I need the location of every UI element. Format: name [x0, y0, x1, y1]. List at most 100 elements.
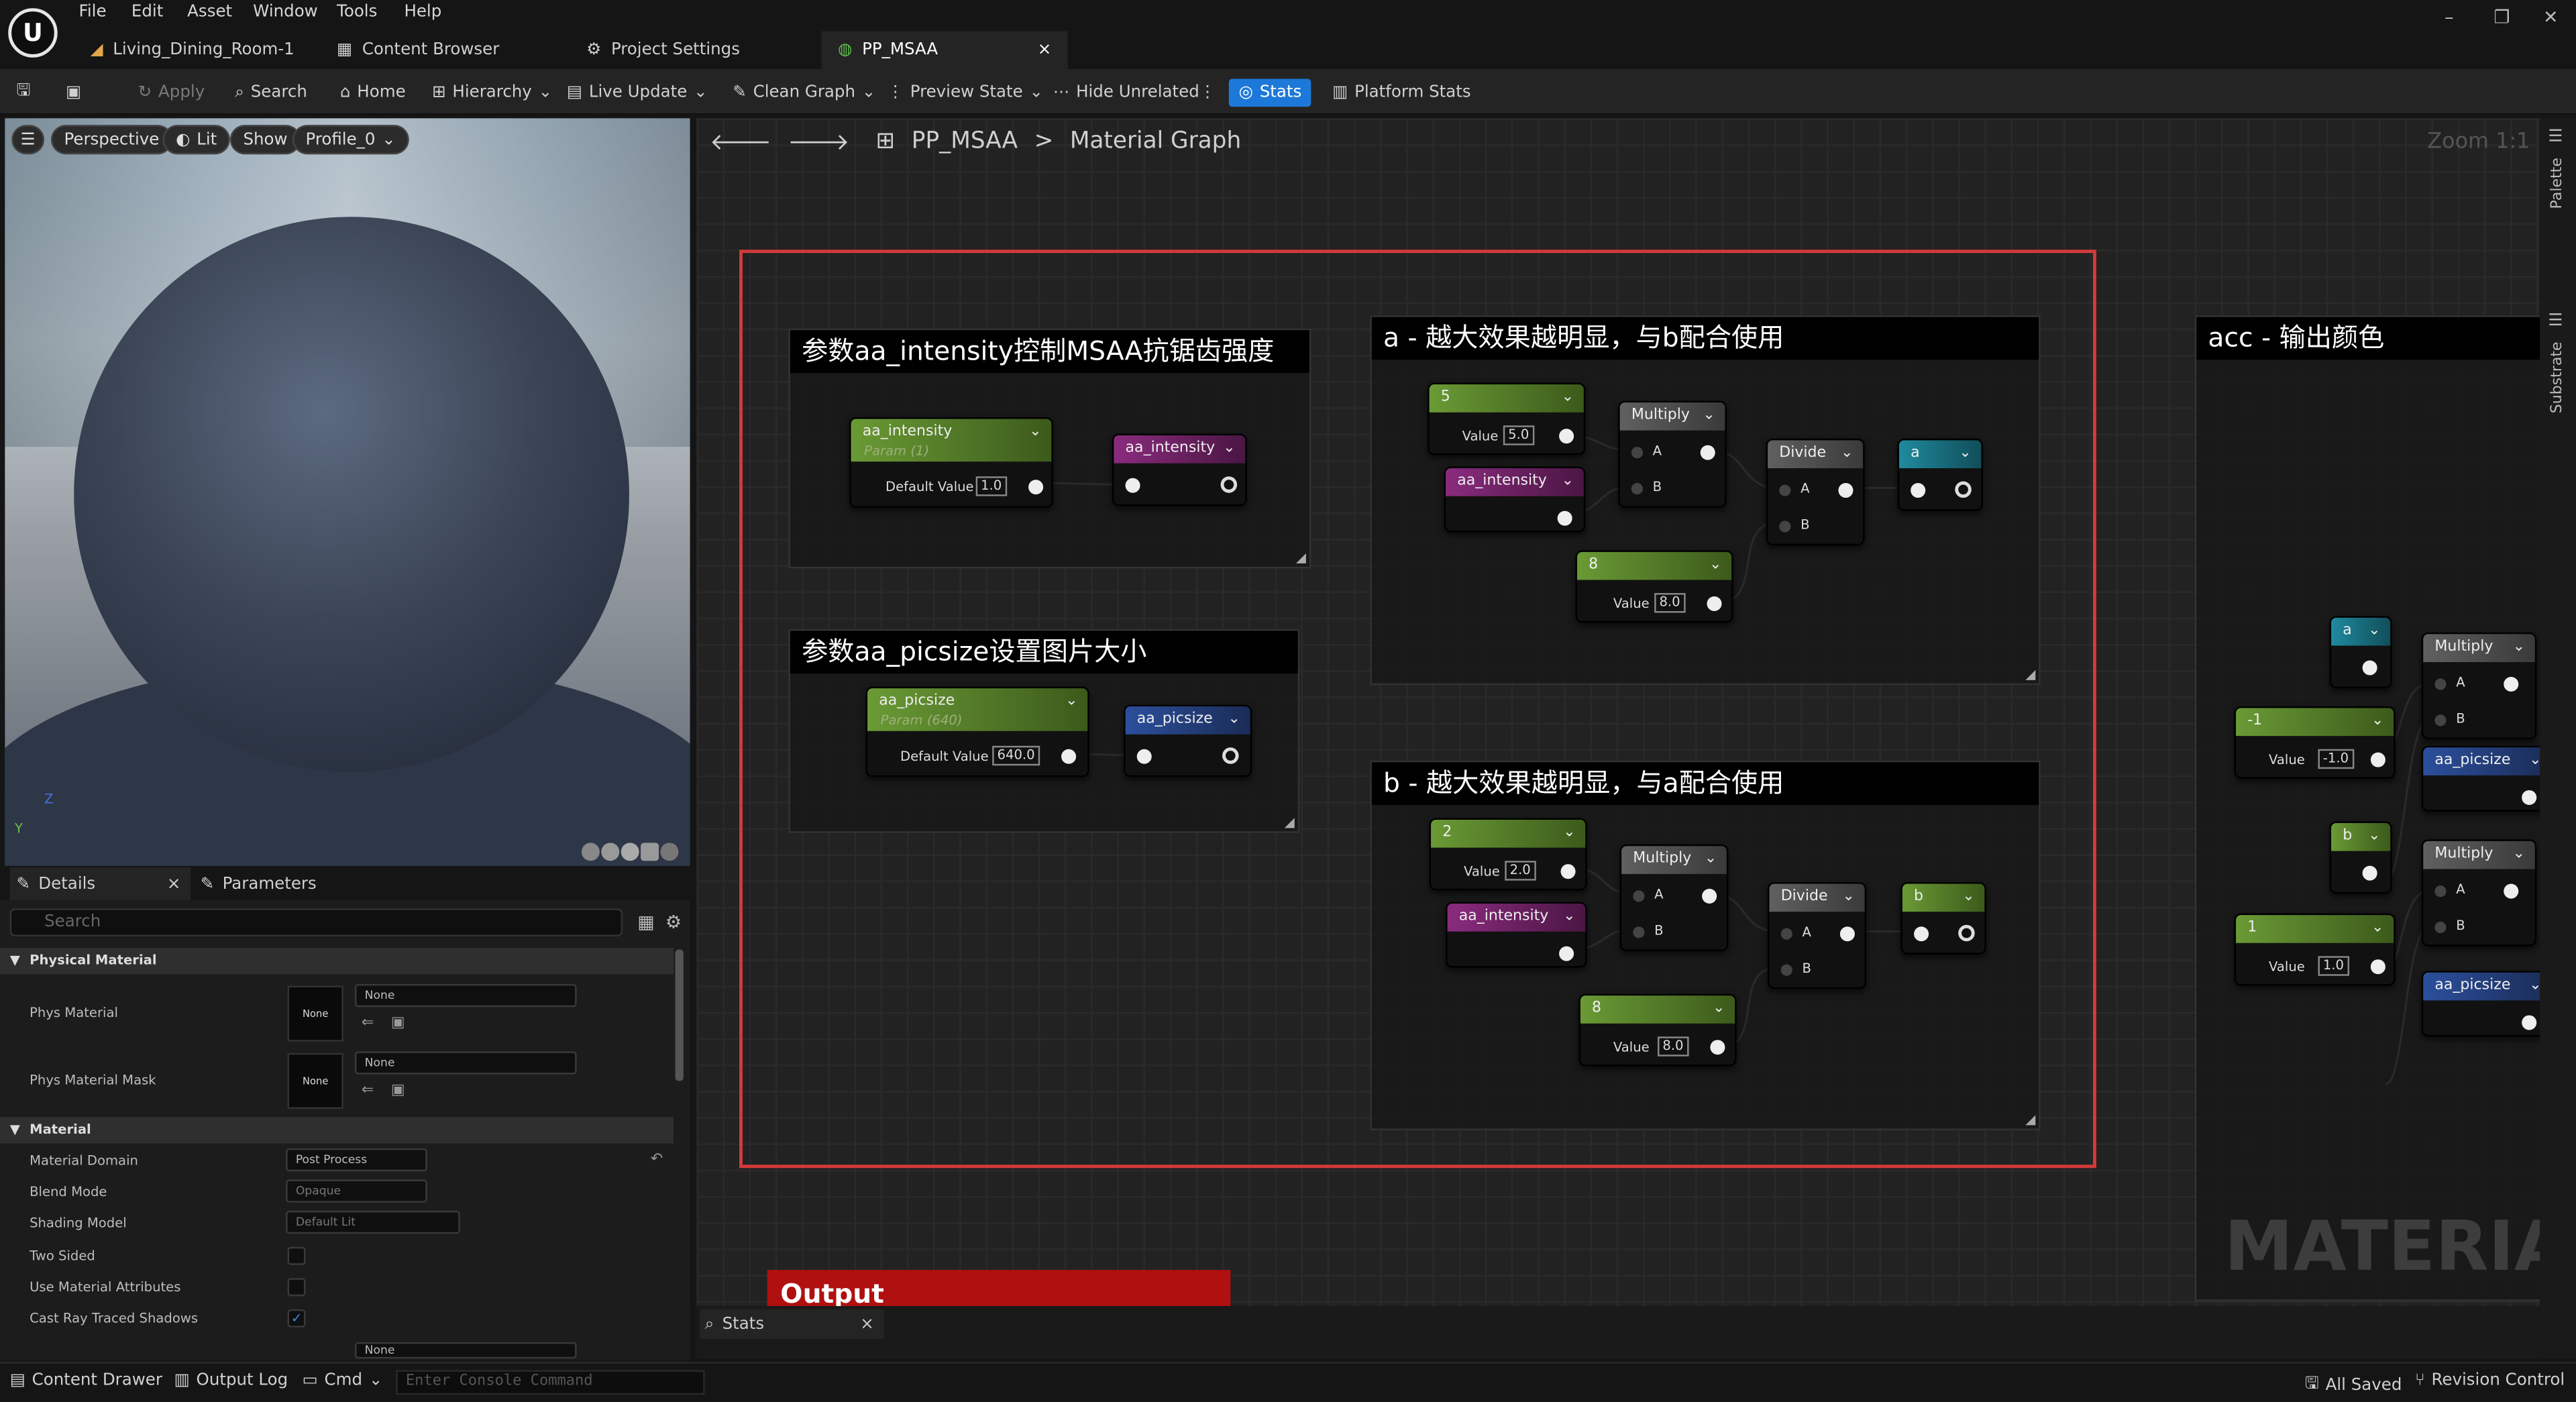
use-selected-icon[interactable]: ⇐: [362, 1083, 374, 1099]
chevron-down-icon[interactable]: ⌄: [1841, 440, 1853, 468]
output-pin[interactable]: [1838, 483, 1854, 498]
phys-material-mask-dropdown[interactable]: None: [354, 1051, 577, 1075]
tab-content-browser[interactable]: ▦ Content Browser: [321, 32, 516, 69]
param-aa-picsize-node[interactable]: aa_picsize ⌄ Param (640) Default Value 64…: [865, 686, 1089, 777]
multiply-node[interactable]: Multiply ⌄ A B: [1619, 844, 1729, 951]
reset-icon[interactable]: ↶: [651, 1152, 663, 1168]
save-icon[interactable]: 🖫: [16, 79, 30, 107]
input-pin[interactable]: [1911, 483, 1926, 498]
minimize-button[interactable]: –: [2445, 7, 2453, 28]
category-physical-material[interactable]: ▼ Physical Material: [0, 948, 674, 975]
input-pin-b[interactable]: [1631, 483, 1643, 495]
revision-control-button[interactable]: ⑂ Revision Control: [2415, 1372, 2565, 1390]
output-pin[interactable]: [1028, 480, 1044, 495]
output-pin[interactable]: [1559, 429, 1574, 444]
named-reroute-aa-intensity-node[interactable]: aa_intensity ⌄: [1112, 433, 1247, 506]
home-button[interactable]: ⌂ Home: [340, 79, 406, 107]
named-reroute-aa-intensity-node[interactable]: aa_intensity ⌄: [1444, 466, 1586, 533]
default-value-field[interactable]: 640.0: [992, 745, 1040, 766]
use-material-attributes-checkbox[interactable]: [287, 1278, 306, 1297]
constant-1-node[interactable]: 1 ⌄ Value 1.0: [2234, 913, 2396, 986]
chevron-down-icon[interactable]: ⌄: [1562, 384, 1574, 413]
palette-tab[interactable]: Palette: [2550, 158, 2566, 209]
constant-minus1-node[interactable]: -1 ⌄ Value -1.0: [2234, 706, 2396, 779]
output-pin[interactable]: [1222, 747, 1239, 764]
chevron-down-icon[interactable]: ⌄: [2371, 708, 2383, 737]
input-pin-a[interactable]: [1780, 928, 1792, 940]
chevron-down-icon[interactable]: ⌄: [1842, 884, 1854, 912]
output-pin[interactable]: [1958, 924, 1975, 942]
chevron-down-icon[interactable]: ⌄: [1223, 435, 1235, 464]
output-pin[interactable]: [2362, 660, 2377, 676]
unreal-logo-icon[interactable]: U: [8, 8, 58, 58]
menu-tools[interactable]: Tools: [337, 3, 377, 21]
chevron-down-icon[interactable]: ⌄: [1705, 846, 1717, 874]
grid-view-icon[interactable]: ▦: [637, 912, 654, 933]
output-pin[interactable]: [2522, 790, 2537, 806]
menu-file[interactable]: File: [79, 3, 107, 21]
menu-edit[interactable]: Edit: [131, 3, 163, 21]
output-pin[interactable]: [2504, 676, 2519, 692]
plane-shape-icon[interactable]: [621, 843, 639, 861]
resize-handle-icon[interactable]: ◢: [1285, 815, 1295, 830]
chevron-down-icon[interactable]: ⌄: [2368, 823, 2380, 851]
hide-unrelated-button[interactable]: ⋯ Hide Unrelated: [1053, 79, 1199, 107]
perspective-button[interactable]: Perspective: [50, 125, 172, 155]
input-pin-a[interactable]: [1633, 890, 1645, 902]
chevron-down-icon[interactable]: ⌄: [1962, 884, 1974, 912]
menu-window[interactable]: Window: [253, 3, 318, 21]
resize-handle-icon[interactable]: ◢: [1296, 550, 1306, 565]
substrate-menu-icon[interactable]: ☰: [2548, 312, 2563, 330]
tab-project-settings[interactable]: ⚙ Project Settings: [570, 32, 757, 69]
chevron-down-icon[interactable]: ⌄: [2513, 634, 2525, 662]
material-graph[interactable]: 🡐 🡒 ⊞ PP_MSAA > Material Graph Zoom 1:1: [696, 118, 2540, 1359]
constant-8-node[interactable]: 8 ⌄ Value 8.0: [1575, 550, 1733, 623]
close-window-button[interactable]: ✕: [2543, 7, 2559, 28]
tab-stats[interactable]: ⌕ Stats ×: [700, 1309, 884, 1339]
output-pin[interactable]: [2362, 865, 2377, 881]
constant-5-node[interactable]: 5 ⌄ Value 5.0: [1428, 382, 1586, 455]
chevron-down-icon[interactable]: ⌄: [1029, 419, 1041, 447]
details-scrollbar[interactable]: [675, 949, 684, 1081]
chevron-down-icon[interactable]: ⌄: [2368, 618, 2380, 646]
divide-node[interactable]: Divide ⌄ A B: [1766, 438, 1865, 546]
chevron-down-icon[interactable]: ⌄: [1065, 688, 1077, 716]
use-selected-icon[interactable]: ⇐: [362, 1015, 374, 1031]
chevron-down-icon[interactable]: ⌄: [2529, 973, 2540, 1001]
chevron-down-icon[interactable]: ⌄: [2529, 747, 2540, 775]
phys-material-thumbnail[interactable]: None: [287, 985, 343, 1042]
named-reroute-a-node[interactable]: a ⌄: [2329, 616, 2392, 689]
output-pin[interactable]: [2504, 883, 2519, 899]
input-pin[interactable]: [1125, 478, 1140, 493]
input-pin-a[interactable]: [1779, 484, 1791, 496]
more-options-icon[interactable]: ⋮: [1199, 79, 1216, 107]
tab-parameters[interactable]: ✎ Parameters: [201, 867, 317, 900]
clean-graph-button[interactable]: ✎ Clean Graph ⌄: [733, 79, 875, 107]
constant-8-node[interactable]: 8 ⌄ Value 8.0: [1578, 993, 1737, 1067]
hierarchy-button[interactable]: ⊞ Hierarchy ⌄: [432, 79, 552, 107]
multiply-node[interactable]: Multiply ⌄ A B: [2421, 632, 2537, 740]
preview-viewport[interactable]: ☰ Perspective ◐ Lit Show Profile_0 ⌄ Z Y: [5, 118, 690, 866]
substrate-tab[interactable]: Substrate: [2550, 341, 2566, 413]
resize-handle-icon[interactable]: ◢: [2025, 667, 2035, 682]
output-pin[interactable]: [1560, 864, 1576, 879]
named-reroute-a-node[interactable]: a ⌄: [1897, 438, 1983, 511]
preview-state-button[interactable]: ⋮ Preview State ⌄: [887, 79, 1043, 107]
input-pin-b[interactable]: [1780, 964, 1792, 976]
param-aa-intensity-node[interactable]: aa_intensity ⌄ Param (1) Default Value 1.…: [849, 417, 1053, 508]
category-material[interactable]: ▼ Material: [0, 1117, 674, 1144]
two-sided-checkbox[interactable]: [287, 1246, 306, 1265]
cylinder-shape-icon[interactable]: [601, 843, 620, 861]
platform-stats-button[interactable]: ▥ Platform Stats: [1332, 79, 1471, 107]
named-reroute-aa-picsize-node[interactable]: aa_picsize⌄: [2421, 745, 2540, 812]
output-pin[interactable]: [1702, 888, 1717, 904]
output-pin[interactable]: [1710, 1040, 1725, 1055]
maximize-button[interactable]: ❐: [2494, 7, 2510, 28]
named-reroute-b-node[interactable]: b ⌄: [2329, 821, 2392, 894]
value-field[interactable]: 8.0: [1658, 1036, 1688, 1057]
chevron-down-icon[interactable]: ⌄: [1709, 552, 1721, 580]
value-field[interactable]: -1.0: [2318, 749, 2354, 769]
output-pin[interactable]: [1559, 946, 1574, 961]
value-field[interactable]: 8.0: [1654, 593, 1686, 613]
details-search-input[interactable]: Search: [9, 908, 623, 936]
